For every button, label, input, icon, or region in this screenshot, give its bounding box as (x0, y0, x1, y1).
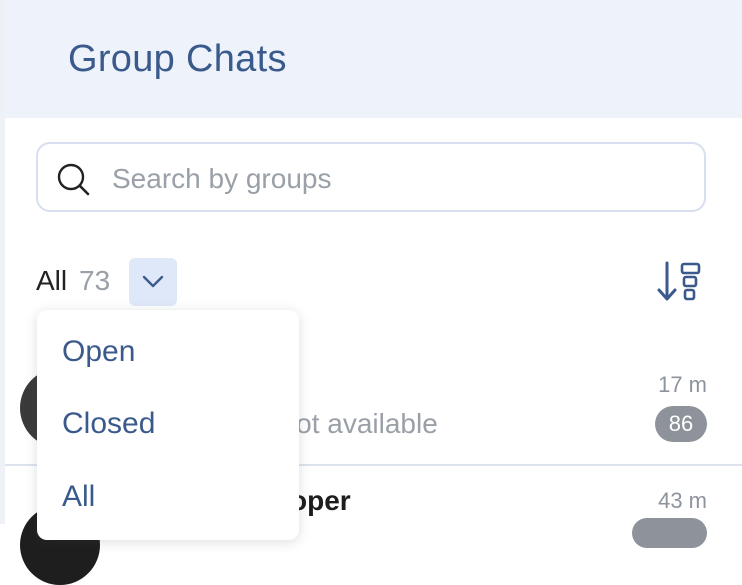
filter-dropdown-toggle[interactable] (129, 258, 177, 306)
page-title: Group Chats (68, 38, 287, 80)
sort-icon[interactable] (655, 258, 705, 306)
search-input[interactable] (110, 158, 674, 200)
menu-item-closed[interactable]: Closed (62, 407, 155, 441)
unread-badge (632, 518, 707, 548)
chat-time: 43 m (658, 488, 707, 513)
menu-item-all[interactable]: All (62, 480, 95, 514)
chevron-down-icon (142, 275, 164, 288)
search-icon (57, 163, 90, 196)
filter-label: All (36, 265, 68, 296)
search-box[interactable] (36, 142, 706, 212)
menu-item-open[interactable]: Open (62, 335, 135, 369)
filter-dropdown-menu: Open Closed All (37, 310, 299, 540)
chat-time: 17 m (658, 372, 707, 397)
chat-name[interactable]: oper (290, 485, 351, 517)
header: Group Chats (5, 0, 742, 118)
filter-count: 73 (79, 265, 111, 296)
unread-badge: 86 (655, 406, 707, 442)
